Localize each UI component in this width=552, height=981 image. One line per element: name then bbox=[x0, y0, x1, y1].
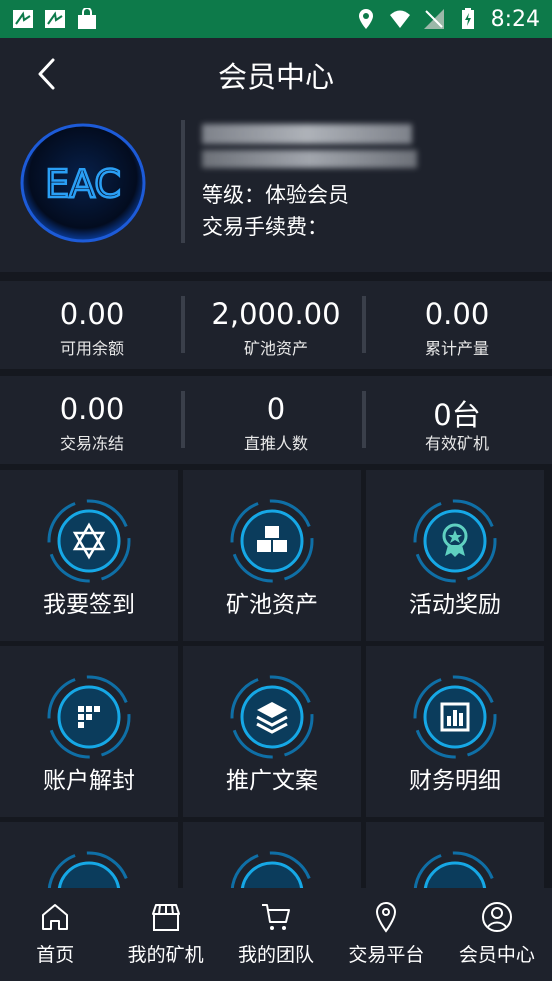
nav-label: 我的团队 bbox=[238, 944, 315, 966]
avatar-logo-text: EAC bbox=[45, 162, 121, 206]
signal-icon bbox=[423, 9, 444, 29]
trading-fee: 交易手续费： bbox=[202, 215, 328, 239]
menu-tile-account-unlock[interactable]: 账户解封 bbox=[0, 646, 178, 817]
menu-tile-promo-copy[interactable]: 推广文案 bbox=[183, 646, 361, 817]
stat-label: 交易冻结 bbox=[59, 434, 124, 453]
nav-item-my-team[interactable]: 我的团队 bbox=[221, 888, 331, 981]
stat-label: 有效矿机 bbox=[424, 434, 489, 453]
stat-pool-assets: 2,000.00 矿池资产 bbox=[184, 281, 368, 369]
status-bar: 8:24 bbox=[0, 0, 552, 38]
home-icon bbox=[42, 904, 69, 930]
nav-item-my-miners[interactable]: 我的矿机 bbox=[110, 888, 220, 981]
menu-tile[interactable] bbox=[0, 822, 178, 890]
layers-icon bbox=[230, 675, 314, 759]
menu-tile-label: 我要签到 bbox=[43, 592, 135, 618]
blurred-username bbox=[202, 124, 412, 144]
menu-tile-label: 推广文案 bbox=[226, 768, 318, 794]
stat-value: 0.00 bbox=[59, 392, 125, 426]
app-header: 会员中心 bbox=[0, 38, 552, 110]
nav-label: 我的矿机 bbox=[127, 944, 204, 966]
stat-label: 直推人数 bbox=[243, 434, 308, 453]
menu-grid: 我要签到 矿池资产 活动奖励 账户解封 推广文案 财务明细 bbox=[0, 470, 552, 890]
cart-icon bbox=[262, 904, 291, 930]
document-icon bbox=[413, 851, 497, 890]
page-title: 会员中心 bbox=[217, 60, 334, 94]
grid-dots-icon bbox=[47, 675, 131, 759]
stat-label: 可用余额 bbox=[59, 339, 124, 358]
bottom-nav: 首页 我的矿机 我的团队 交易平台 会员中心 bbox=[0, 888, 552, 981]
nav-item-member-center[interactable]: 会员中心 bbox=[442, 888, 552, 981]
menu-tile-label: 活动奖励 bbox=[409, 592, 501, 618]
menu-tile[interactable] bbox=[183, 822, 361, 890]
user-icon bbox=[481, 902, 512, 932]
location-icon bbox=[376, 901, 397, 933]
profile-card: EAC 等级：体验会员 交易手续费： bbox=[0, 110, 552, 272]
nav-item-home[interactable]: 首页 bbox=[0, 888, 110, 981]
stat-value: 0 bbox=[266, 392, 286, 426]
stats-row-balance: 0.00 可用余额 2,000.00 矿池资产 0.00 累计产量 bbox=[0, 281, 552, 369]
menu-tile-label: 账户解封 bbox=[43, 768, 135, 794]
cubes-icon bbox=[230, 499, 314, 583]
nav-label: 会员中心 bbox=[458, 944, 535, 966]
nav-item-trading-platform[interactable]: 交易平台 bbox=[331, 888, 441, 981]
menu-tile-finance[interactable]: 财务明细 bbox=[366, 646, 544, 817]
stat-total-output: 0.00 累计产量 bbox=[365, 281, 549, 369]
stat-value: 2,000.00 bbox=[211, 297, 341, 331]
notification-icon bbox=[45, 10, 65, 28]
stat-value: 0.00 bbox=[59, 297, 125, 331]
location-icon bbox=[358, 9, 373, 29]
stat-value: 0台 bbox=[433, 398, 481, 432]
menu-tile-sign-in[interactable]: 我要签到 bbox=[0, 470, 178, 641]
notification-icon bbox=[13, 10, 33, 28]
blurred-account bbox=[202, 150, 417, 168]
divider bbox=[181, 120, 185, 243]
avatar[interactable]: EAC bbox=[20, 123, 146, 243]
stat-label: 累计产量 bbox=[424, 339, 489, 358]
stat-active-miners: 0台 有效矿机 bbox=[365, 376, 549, 464]
store-icon bbox=[151, 904, 180, 931]
wifi-icon bbox=[389, 10, 410, 28]
menu-tile-label: 财务明细 bbox=[409, 768, 501, 794]
medal-icon bbox=[413, 499, 497, 583]
menu-tile-pool-assets[interactable]: 矿池资产 bbox=[183, 470, 361, 641]
sign-in-icon bbox=[47, 499, 131, 583]
stat-available-balance: 0.00 可用余额 bbox=[0, 281, 184, 369]
stat-direct-referrals: 0 直推人数 bbox=[184, 376, 368, 464]
member-level: 等级：体验会员 bbox=[202, 183, 349, 207]
menu-tile-rewards[interactable]: 活动奖励 bbox=[366, 470, 544, 641]
menu-tile[interactable] bbox=[366, 822, 544, 890]
nav-label: 交易平台 bbox=[348, 944, 425, 966]
status-time: 8:24 bbox=[490, 6, 540, 32]
gear-icon bbox=[230, 851, 314, 890]
stat-value: 0.00 bbox=[424, 297, 490, 331]
shopping-bag-icon bbox=[78, 8, 96, 29]
bar-chart-icon bbox=[413, 675, 497, 759]
stat-label: 矿池资产 bbox=[243, 339, 308, 358]
menu-tile-label: 矿池资产 bbox=[226, 592, 318, 618]
shield-icon bbox=[47, 851, 131, 890]
battery-icon bbox=[461, 8, 474, 29]
stat-frozen: 0.00 交易冻结 bbox=[0, 376, 184, 464]
nav-label: 首页 bbox=[36, 944, 75, 966]
stats-row-team: 0.00 交易冻结 0 直推人数 0台 有效矿机 bbox=[0, 376, 552, 464]
